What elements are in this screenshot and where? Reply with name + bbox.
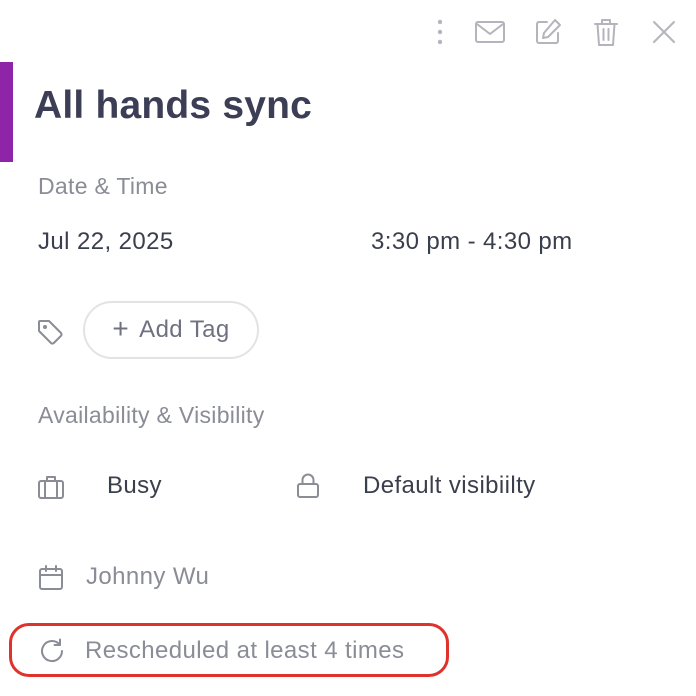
event-date[interactable]: Jul 22, 2025 xyxy=(38,228,174,256)
more-options-button[interactable] xyxy=(430,14,450,50)
visibility-setting[interactable]: Default visibiilty xyxy=(363,472,536,500)
trash-icon xyxy=(594,19,618,46)
close-icon xyxy=(653,21,675,43)
email-button[interactable] xyxy=(472,14,508,50)
mail-icon xyxy=(475,21,505,43)
close-button[interactable] xyxy=(646,14,682,50)
event-title: All hands sync xyxy=(34,84,313,127)
delete-button[interactable] xyxy=(588,14,624,50)
event-details-panel: All hands sync Date & Time Jul 22, 2025 … xyxy=(0,0,696,696)
reschedule-count: Rescheduled at least 4 times xyxy=(85,637,405,664)
lock-icon xyxy=(297,473,319,498)
add-tag-button[interactable]: + Add Tag xyxy=(83,301,259,359)
add-tag-label: Add Tag xyxy=(139,316,230,343)
event-time[interactable]: 3:30 pm - 4:30 pm xyxy=(371,228,573,256)
event-color-bar xyxy=(0,62,13,162)
briefcase-icon xyxy=(38,476,64,499)
date-time-label: Date & Time xyxy=(38,173,168,199)
calendar-owner: Johnny Wu xyxy=(86,563,210,590)
toolbar xyxy=(430,12,682,52)
tag-icon xyxy=(38,320,63,345)
edit-icon xyxy=(536,19,561,44)
availability-status[interactable]: Busy xyxy=(107,472,162,500)
availability-visibility-label: Availability & Visibility xyxy=(38,402,265,428)
more-vertical-icon xyxy=(437,19,443,45)
calendar-icon xyxy=(39,565,63,590)
edit-button[interactable] xyxy=(530,14,566,50)
plus-icon: + xyxy=(112,312,130,344)
refresh-icon xyxy=(41,638,64,663)
